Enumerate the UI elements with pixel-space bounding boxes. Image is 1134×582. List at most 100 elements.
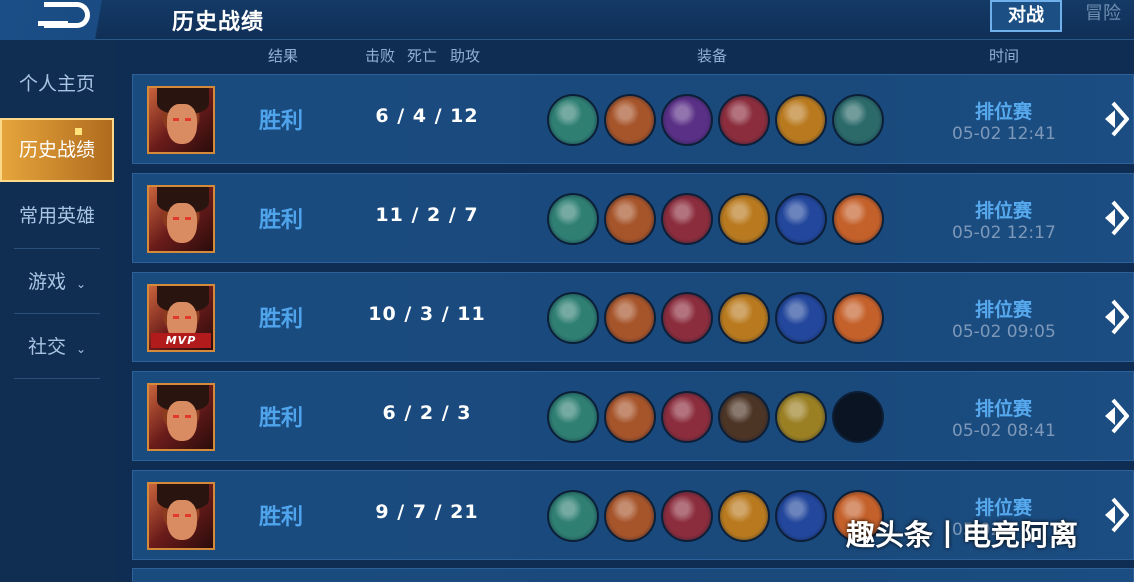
fire-blade-item-icon[interactable] [718,490,770,542]
sidebar-item-label: 游戏 [27,271,66,293]
gauntlet-item-icon[interactable] [718,391,770,443]
blade-item-icon[interactable] [604,94,656,146]
table-row-partial[interactable] [132,568,1134,582]
match-time: 05-02 09:05 [952,322,1056,342]
tab-adventure[interactable]: 冒险 [1072,0,1134,32]
avatar-face [167,104,197,144]
blue-spear-item-icon[interactable] [775,490,827,542]
sidebar-item-social[interactable]: 社交 ⌄ [0,317,114,377]
boots-item-icon[interactable] [547,391,599,443]
sidebar: 个人主页 历史战绩 常用英雄 游戏 ⌄ 社交 ⌄ [0,40,116,582]
match-kda: 6 / 4 / 12 [375,105,479,127]
notification-dot-icon [75,128,82,135]
hero-avatar[interactable] [147,482,215,550]
match-mode: 排位赛 [975,101,1033,123]
blue-spear-item-icon[interactable] [775,193,827,245]
column-header-equipment: 装备 [697,47,728,65]
avatar-eyes [173,217,191,220]
avatar-eyes [173,415,191,418]
match-result: 胜利 [259,109,304,134]
match-time: 05-02 12:41 [952,124,1056,144]
blue-spear-item-icon[interactable] [775,292,827,344]
avatar-eyes [173,514,191,517]
match-time: 05-02 12:17 [952,223,1056,243]
column-header-assists: 助攻 [450,47,481,65]
blade-item-icon[interactable] [604,391,656,443]
match-kda: 11 / 2 / 7 [375,204,479,226]
watermark: 趣头条丨电竞阿离 [846,518,1079,552]
blade-item-icon[interactable] [604,292,656,344]
match-kda: 6 / 2 / 3 [382,402,472,424]
orange-axe-item-icon[interactable] [832,193,884,245]
match-row[interactable]: 胜利 6 / 2 / 3 排位赛 05-02 08:41 [132,371,1134,461]
avatar-eyes [173,118,191,121]
avatar-face [167,500,197,540]
hero-avatar[interactable] [147,185,215,253]
sidebar-item-label: 常用英雄 [18,205,95,227]
green-sword-item-icon[interactable] [832,94,884,146]
match-result: 胜利 [259,406,304,431]
red-armor-item-icon[interactable] [661,292,713,344]
red-armor-item-icon[interactable] [718,94,770,146]
sidebar-item-label: 个人主页 [18,73,95,95]
boots-item-icon[interactable] [547,193,599,245]
chevron-right-icon[interactable] [1101,99,1129,139]
boots-item-icon[interactable] [547,94,599,146]
match-result: 胜利 [259,307,304,332]
chevron-down-icon: ⌄ [75,342,87,356]
column-header-kills: 击败 [365,47,396,65]
divider [14,248,100,249]
sidebar-item-heroes[interactable]: 常用英雄 [0,186,114,246]
match-row[interactable]: 胜利 6 / 4 / 12 排位赛 05-02 12:41 [132,74,1134,164]
red-armor-item-icon[interactable] [661,193,713,245]
sidebar-item-game[interactable]: 游戏 ⌄ [0,252,114,312]
gold-blade-item-icon[interactable] [775,391,827,443]
hero-avatar[interactable]: MVP [147,284,215,352]
back-arrow-icon [38,2,90,28]
blade-item-icon[interactable] [604,193,656,245]
fire-blade-item-icon[interactable] [775,94,827,146]
divider [14,378,100,379]
match-row[interactable]: 胜利 11 / 2 / 7 排位赛 05-02 12:17 [132,173,1134,263]
chevron-right-icon[interactable] [1101,396,1129,436]
orange-axe-item-icon[interactable] [832,292,884,344]
back-button[interactable] [0,0,128,40]
hero-avatar[interactable] [147,383,215,451]
boots-item-icon[interactable] [547,292,599,344]
column-header-time: 时间 [989,47,1020,65]
match-mode: 排位赛 [975,200,1033,222]
match-result: 胜利 [259,505,304,530]
red-armor-item-icon[interactable] [661,391,713,443]
sidebar-item-profile[interactable]: 个人主页 [0,54,114,114]
red-armor-item-icon[interactable] [661,490,713,542]
column-header-result: 结果 [268,47,299,65]
avatar-eyes [173,316,191,319]
hero-avatar[interactable] [147,86,215,154]
page-title: 历史战绩 [172,10,265,35]
match-mode: 排位赛 [975,299,1033,321]
tab-battle[interactable]: 对战 [990,0,1062,32]
blade-item-icon[interactable] [604,490,656,542]
avatar-face [167,203,197,243]
chevron-right-icon[interactable] [1101,297,1129,337]
match-result: 胜利 [259,208,304,233]
chevron-right-icon[interactable] [1101,495,1129,535]
sidebar-item-history[interactable]: 历史战绩 [0,118,114,182]
boots-item-icon[interactable] [547,490,599,542]
mvp-badge: MVP [151,333,211,348]
match-time: 05-02 08:41 [952,421,1056,441]
empty-slot-icon[interactable] [832,391,884,443]
avatar-face [167,401,197,441]
sidebar-item-label: 社交 [27,336,66,358]
green-gem-item-icon[interactable] [661,94,713,146]
fire-blade-item-icon[interactable] [718,292,770,344]
divider [14,313,100,314]
top-bar: 历史战绩 对战 冒险 [0,0,1134,40]
column-header-deaths: 死亡 [407,47,438,65]
sidebar-item-label: 历史战绩 [18,139,95,161]
match-mode: 排位赛 [975,398,1033,420]
chevron-right-icon[interactable] [1101,198,1129,238]
fire-blade-item-icon[interactable] [718,193,770,245]
match-row[interactable]: MVP 胜利 10 / 3 / 11 排位赛 05-02 09:05 [132,272,1134,362]
match-kda: 9 / 7 / 21 [375,501,479,523]
